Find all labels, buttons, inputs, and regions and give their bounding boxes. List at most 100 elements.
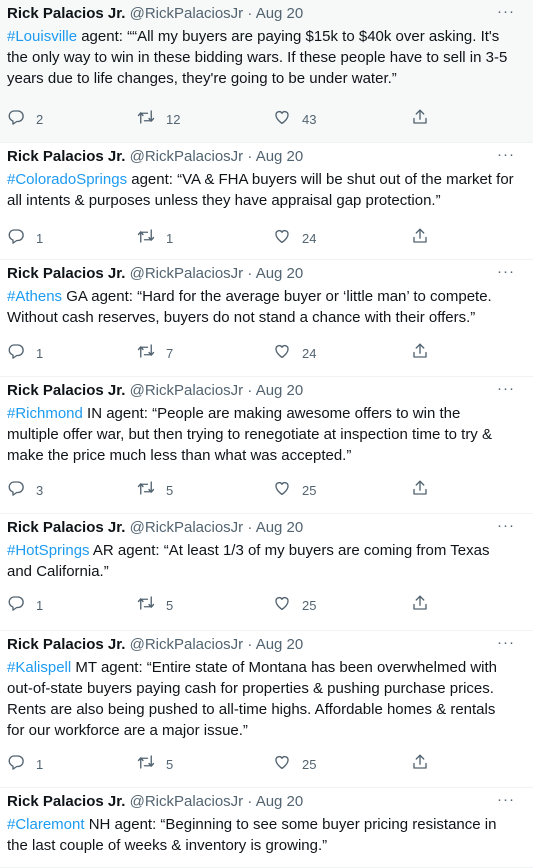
author-handle[interactable]: @RickPalaciosJr [130,519,244,536]
share-button[interactable] [411,753,429,775]
reply-button[interactable]: 1 [7,753,43,775]
reply-button[interactable]: 1 [7,342,43,364]
reply-count: 1 [36,345,44,361]
tweet-header: Rick Palacios Jr. @RickPalaciosJr · Aug … [7,264,303,284]
reply-icon [7,753,25,776]
tweet[interactable]: Rick Palacios Jr. @RickPalaciosJr · Aug … [0,631,533,788]
author-name[interactable]: Rick Palacios Jr. [7,148,125,165]
reply-icon [7,227,25,250]
retweet-button[interactable]: 5 [137,479,173,501]
tweet[interactable]: Rick Palacios Jr. @RickPalaciosJr · Aug … [0,377,533,514]
like-button[interactable]: 24 [273,342,316,364]
retweet-count: 5 [166,756,174,772]
hashtag-link[interactable]: #Claremont [7,816,85,833]
more-icon[interactable]: ··· [497,518,515,534]
share-button[interactable] [411,108,429,130]
tweet-actions: 2 12 43 [0,108,533,130]
hashtag-link[interactable]: #Richmond [7,405,83,422]
author-handle[interactable]: @RickPalaciosJr [130,265,244,282]
retweet-button[interactable]: 7 [137,342,173,364]
tweet-date[interactable]: Aug 20 [256,793,304,810]
author-name[interactable]: Rick Palacios Jr. [7,5,125,22]
more-icon[interactable]: ··· [497,635,515,651]
hashtag-link[interactable]: #ColoradoSprings [7,171,127,188]
tweet-date[interactable]: Aug 20 [256,636,304,653]
share-icon [411,108,429,131]
share-button[interactable] [411,479,429,501]
share-button[interactable] [411,227,429,249]
like-button[interactable]: 43 [273,108,316,130]
author-name[interactable]: Rick Palacios Jr. [7,265,125,282]
share-icon [411,342,429,365]
tweet-text: #Kalispell MT agent: “Entire state of Mo… [7,657,515,741]
retweet-button[interactable]: 12 [137,108,180,130]
tweet[interactable]: Rick Palacios Jr. @RickPalaciosJr · Aug … [0,0,533,143]
reply-button[interactable]: 1 [7,594,43,616]
tweet[interactable]: Rick Palacios Jr. @RickPalaciosJr · Aug … [0,788,533,868]
author-handle[interactable]: @RickPalaciosJr [130,5,244,22]
hashtag-link[interactable]: #Athens [7,288,62,305]
tweet-date[interactable]: Aug 20 [256,519,304,536]
reply-button[interactable]: 2 [7,108,43,130]
more-icon[interactable]: ··· [497,147,515,163]
tweet[interactable]: Rick Palacios Jr. @RickPalaciosJr · Aug … [0,260,533,377]
retweet-button[interactable]: 1 [137,227,173,249]
hashtag-link[interactable]: #HotSprings [7,542,90,559]
tweet-text: #Claremont NH agent: “Beginning to see s… [7,814,515,856]
tweet[interactable]: Rick Palacios Jr. @RickPalaciosJr · Aug … [0,143,533,260]
hashtag-link[interactable]: #Kalispell [7,659,71,676]
author-name[interactable]: Rick Palacios Jr. [7,519,125,536]
share-button[interactable] [411,342,429,364]
tweet-header: Rick Palacios Jr. @RickPalaciosJr · Aug … [7,635,303,655]
share-icon [411,594,429,617]
tweet-date[interactable]: Aug 20 [256,265,304,282]
like-count: 24 [302,230,317,246]
like-count: 24 [302,345,317,361]
tweet-date[interactable]: Aug 20 [256,382,304,399]
retweet-button[interactable]: 5 [137,594,173,616]
tweet-feed: Rick Palacios Jr. @RickPalaciosJr · Aug … [0,0,533,868]
tweet-actions: 3 5 25 [0,479,533,501]
author-name[interactable]: Rick Palacios Jr. [7,793,125,810]
reply-icon [7,479,25,502]
author-handle[interactable]: @RickPalaciosJr [130,636,244,653]
more-icon[interactable]: ··· [497,4,515,20]
reply-icon [7,342,25,365]
like-button[interactable]: 25 [273,479,316,501]
tweet-date[interactable]: Aug 20 [256,148,304,165]
reply-count: 1 [36,756,44,772]
author-name[interactable]: Rick Palacios Jr. [7,636,125,653]
retweet-count: 7 [166,345,174,361]
author-name[interactable]: Rick Palacios Jr. [7,382,125,399]
reply-count: 2 [36,111,44,127]
reply-button[interactable]: 1 [7,227,43,249]
tweet-header: Rick Palacios Jr. @RickPalaciosJr · Aug … [7,381,303,401]
more-icon[interactable]: ··· [497,381,515,397]
hashtag-link[interactable]: #Louisville [7,28,77,45]
reply-button[interactable]: 3 [7,479,43,501]
retweet-count: 1 [166,230,174,246]
share-button[interactable] [411,594,429,616]
like-button[interactable]: 25 [273,753,316,775]
retweet-icon [137,594,155,617]
author-handle[interactable]: @RickPalaciosJr [130,382,244,399]
share-icon [411,479,429,502]
tweet-text: #ColoradoSprings agent: “VA & FHA buyers… [7,169,515,211]
tweet[interactable]: Rick Palacios Jr. @RickPalaciosJr · Aug … [0,514,533,631]
tweet-body-text: agent: ““All my buyers are paying $15k t… [7,28,508,87]
more-icon[interactable]: ··· [497,792,515,808]
more-icon[interactable]: ··· [497,264,515,280]
tweet-header: Rick Palacios Jr. @RickPalaciosJr · Aug … [7,147,303,167]
retweet-icon [137,479,155,502]
author-handle[interactable]: @RickPalaciosJr [130,793,244,810]
like-button[interactable]: 25 [273,594,316,616]
tweet-date[interactable]: Aug 20 [256,5,304,22]
like-button[interactable]: 24 [273,227,316,249]
separator: · [247,636,253,653]
like-count: 25 [302,597,317,613]
like-icon [273,753,291,776]
author-handle[interactable]: @RickPalaciosJr [130,148,244,165]
share-icon [411,227,429,250]
separator: · [247,5,253,22]
retweet-button[interactable]: 5 [137,753,173,775]
